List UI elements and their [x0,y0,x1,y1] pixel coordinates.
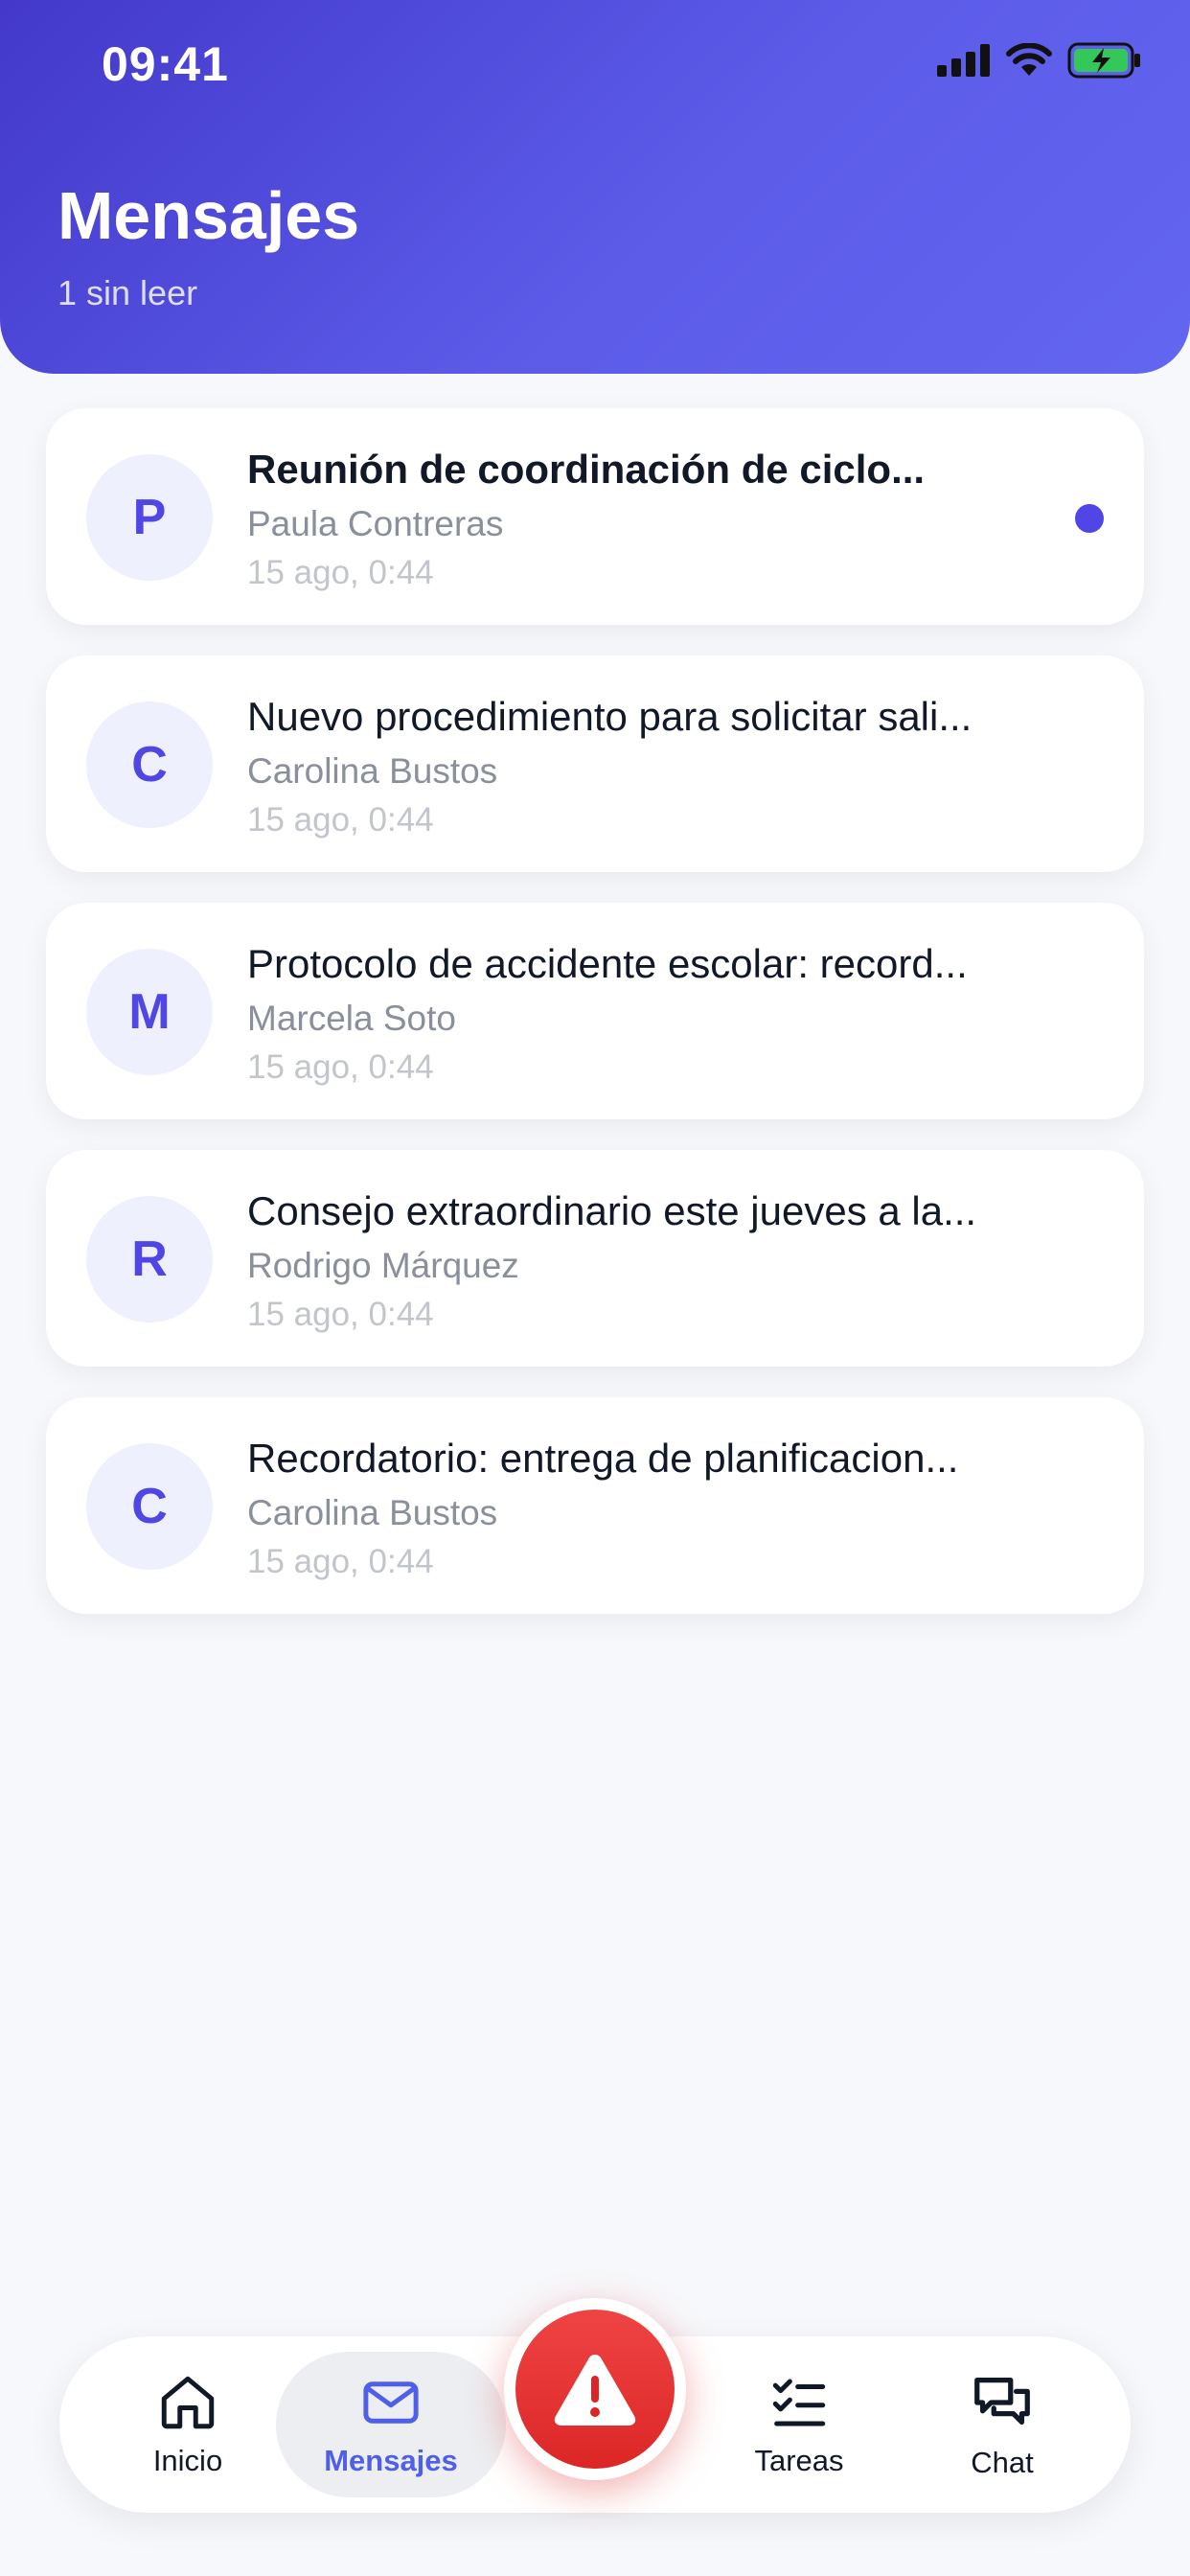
message-sender: Carolina Bustos [247,1493,498,1532]
tab-chat[interactable]: Chat [906,2352,1098,2497]
avatar: M [86,949,213,1075]
status-time: 09:41 [102,37,229,91]
message-subject: Reunión de coordinación de ciclo... [247,447,926,492]
message-sender: Marcela Soto [247,999,456,1038]
tab-tareas[interactable]: Tareas [703,2352,895,2497]
tab-label: Mensajes [324,2444,458,2477]
message-time: 15 ago, 0:44 [247,1543,434,1580]
wifi-icon [1006,43,1052,76]
message-time: 15 ago, 0:44 [247,801,434,839]
battery-charging-icon [1067,42,1140,79]
emergency-button-inner [515,2310,675,2469]
alert-triangle-icon [554,2355,636,2426]
message-time: 15 ago, 0:44 [247,554,434,591]
message-card[interactable]: M Protocolo de accidente escolar: record… [46,903,1144,1119]
page-title: Mensajes [57,178,360,253]
tab-label: Chat [971,2446,1034,2479]
avatar: C [86,702,213,828]
unread-count: 1 sin leer [57,273,198,312]
checklist-icon [772,2379,826,2426]
home-icon [161,2376,215,2429]
avatar: P [86,454,213,581]
message-card[interactable]: P Reunión de coordinación de ciclo... Pa… [46,408,1144,625]
message-subject: Recordatorio: entrega de planificacion..… [247,1436,959,1481]
avatar: R [86,1196,213,1322]
emergency-button[interactable] [504,2298,686,2480]
tab-label: Tareas [754,2444,844,2477]
message-subject: Nuevo procedimiento para solicitar sali.… [247,694,973,739]
message-sender: Paula Contreras [247,504,504,543]
mail-icon [363,2381,419,2424]
header: 09:41 Mensajes 1 sin leer [0,0,1190,374]
message-sender: Carolina Bustos [247,751,498,791]
status-icons [937,42,1142,79]
message-subject: Protocolo de accidente escolar: record..… [247,941,968,986]
chat-bubbles-icon [974,2378,1030,2426]
tab-mensajes[interactable]: Mensajes [276,2352,506,2497]
message-card[interactable]: C Nuevo procedimiento para solicitar sal… [46,656,1144,872]
tab-label: Inicio [152,2444,223,2477]
unread-indicator [1075,504,1104,533]
message-card[interactable]: C Recordatorio: entrega de planificacion… [46,1397,1144,1614]
avatar: C [86,1443,213,1570]
message-time: 15 ago, 0:44 [247,1048,434,1086]
signal-icon [937,44,990,77]
message-sender: Rodrigo Márquez [247,1246,519,1285]
message-subject: Consejo extraordinario este jueves a la.… [247,1188,977,1233]
tab-inicio[interactable]: Inicio [92,2352,284,2497]
message-card[interactable]: R Consejo extraordinario este jueves a l… [46,1150,1144,1367]
message-time: 15 ago, 0:44 [247,1296,434,1333]
message-list: P Reunión de coordinación de ciclo... Pa… [46,408,1144,1644]
